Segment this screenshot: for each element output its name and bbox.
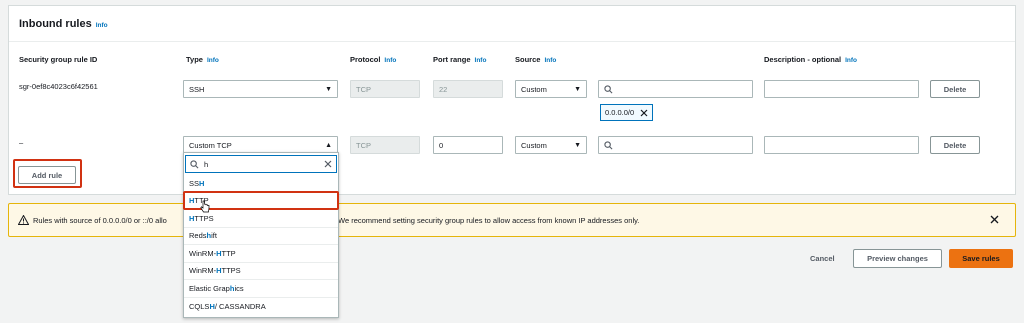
rule-id: – (19, 138, 24, 147)
protocol-field: TCP (350, 80, 420, 98)
add-rule-button[interactable]: Add rule (18, 166, 76, 184)
panel-header (9, 6, 1015, 42)
delete-button[interactable]: Delete (930, 136, 980, 154)
info-link[interactable]: Info (96, 22, 108, 29)
caret-down-icon: ▼ (574, 141, 581, 149)
source-select[interactable]: Custom ▼ (515, 136, 587, 154)
search-icon (604, 140, 613, 149)
col-header-type: Type Info (186, 55, 219, 64)
description-input[interactable] (764, 80, 919, 98)
search-icon (190, 159, 199, 168)
dropdown-option[interactable]: CQLS H / CASSANDRA (184, 298, 338, 316)
type-select[interactable]: SSH ▼ (183, 80, 338, 98)
hand-cursor-icon (200, 200, 210, 213)
warning-icon (18, 215, 29, 225)
port-range-field: 22 (433, 80, 503, 98)
info-link[interactable]: Info (384, 57, 396, 64)
type-filter-input[interactable]: h (185, 155, 337, 173)
cancel-button[interactable]: Cancel (810, 254, 835, 263)
save-rules-button[interactable]: Save rules (949, 249, 1013, 268)
clear-icon[interactable] (324, 160, 332, 168)
warning-text-left: Rules with source of 0.0.0.0/0 or ::/0 a… (33, 216, 167, 225)
col-header-rule-id: Security group rule ID (19, 55, 98, 64)
dropdown-option[interactable]: WinRM- H TTPS (184, 263, 338, 280)
info-link[interactable]: Info (475, 57, 487, 64)
info-link[interactable]: Info (845, 57, 857, 64)
protocol-field: TCP (350, 136, 420, 154)
dropdown-option[interactable]: WinRM- H TTP (184, 245, 338, 263)
info-link[interactable]: Info (544, 57, 556, 64)
caret-down-icon: ▼ (574, 85, 581, 93)
type-dropdown-menu: h SS H H TTP H TTPS Reds h ift WinRM- H TTP Win… (183, 152, 339, 318)
dropdown-option[interactable]: Reds h ift (184, 228, 338, 245)
col-header-port-range: Port range Info (433, 55, 487, 64)
filter-value: h (204, 159, 209, 169)
caret-down-icon: ▼ (325, 85, 332, 93)
page-title: Inbound rules Info (19, 18, 108, 30)
cidr-token: 0.0.0.0/0 (600, 104, 654, 121)
source-search-input[interactable] (598, 136, 753, 154)
search-icon (604, 84, 613, 93)
col-header-source: Source Info (515, 55, 557, 64)
info-link[interactable]: Info (207, 57, 219, 64)
delete-button[interactable]: Delete (930, 80, 980, 98)
description-input[interactable] (764, 136, 919, 154)
source-search-input[interactable] (598, 80, 753, 98)
warning-text-right: We recommend setting security group rule… (338, 216, 640, 225)
close-icon[interactable] (640, 109, 648, 117)
caret-up-icon: ▲ (325, 141, 332, 149)
col-header-protocol: Protocol Info (350, 55, 397, 64)
port-range-input[interactable]: 0 (433, 136, 503, 154)
close-icon[interactable] (990, 215, 999, 224)
source-select[interactable]: Custom ▼ (515, 80, 587, 98)
dropdown-option[interactable]: SS H (184, 175, 338, 193)
preview-changes-button[interactable]: Preview changes (853, 249, 942, 268)
dropdown-option[interactable]: Elastic Grap h ics (184, 280, 338, 298)
col-header-description: Description - optional Info (764, 55, 858, 64)
rule-id: sgr-0ef8c4023c6f42561 (19, 82, 98, 91)
